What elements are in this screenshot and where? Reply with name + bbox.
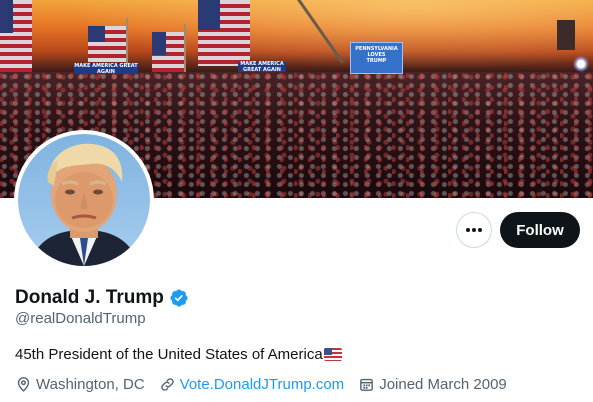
- banner-jumbotron: PENNSYLVANIA LOVES TRUMP: [350, 42, 403, 74]
- us-flag-icon: [323, 348, 342, 361]
- banner-stand: [557, 20, 575, 50]
- location-pin-icon: [17, 377, 30, 392]
- profile-meta-row: Washington, DC Vote.DonaldJTrump.com Joi…: [15, 376, 521, 393]
- profile-joined: Joined March 2009: [358, 376, 507, 393]
- banner-flag: [88, 26, 128, 62]
- more-options-button[interactable]: [456, 212, 492, 248]
- profile-name-row: Donald J. Trump: [15, 287, 189, 309]
- profile-website[interactable]: Vote.DonaldJTrump.com: [159, 376, 345, 393]
- avatar-photo: [18, 134, 150, 266]
- profile-bio-text: 45th President of the United States of A…: [15, 346, 323, 363]
- follow-button[interactable]: Follow: [500, 212, 580, 248]
- profile-avatar[interactable]: [14, 130, 154, 270]
- link-icon: [160, 378, 174, 391]
- jumbotron-line: TRUMP: [366, 58, 387, 64]
- banner-sign: MAKE AMERICA GREAT AGAIN: [74, 63, 138, 75]
- profile-location-text: Washington, DC: [36, 376, 145, 393]
- banner-sign: MAKE AMERICA GREAT AGAIN: [238, 61, 286, 73]
- calendar-icon: [360, 378, 374, 391]
- banner-flagpole: [184, 24, 186, 78]
- profile-handle: @realDonaldTrump: [15, 310, 146, 327]
- more-horizontal-icon: [466, 228, 482, 232]
- verified-badge-icon[interactable]: [169, 288, 189, 308]
- profile-display-name: Donald J. Trump: [15, 287, 164, 308]
- profile-bio: 45th President of the United States of A…: [15, 346, 342, 363]
- banner-flag: [0, 0, 32, 74]
- banner-flag: [198, 0, 250, 66]
- banner-stage-light: [573, 56, 589, 72]
- profile-joined-text: Joined March 2009: [379, 376, 507, 393]
- profile-website-link[interactable]: Vote.DonaldJTrump.com: [180, 376, 345, 393]
- profile-location: Washington, DC: [15, 376, 145, 393]
